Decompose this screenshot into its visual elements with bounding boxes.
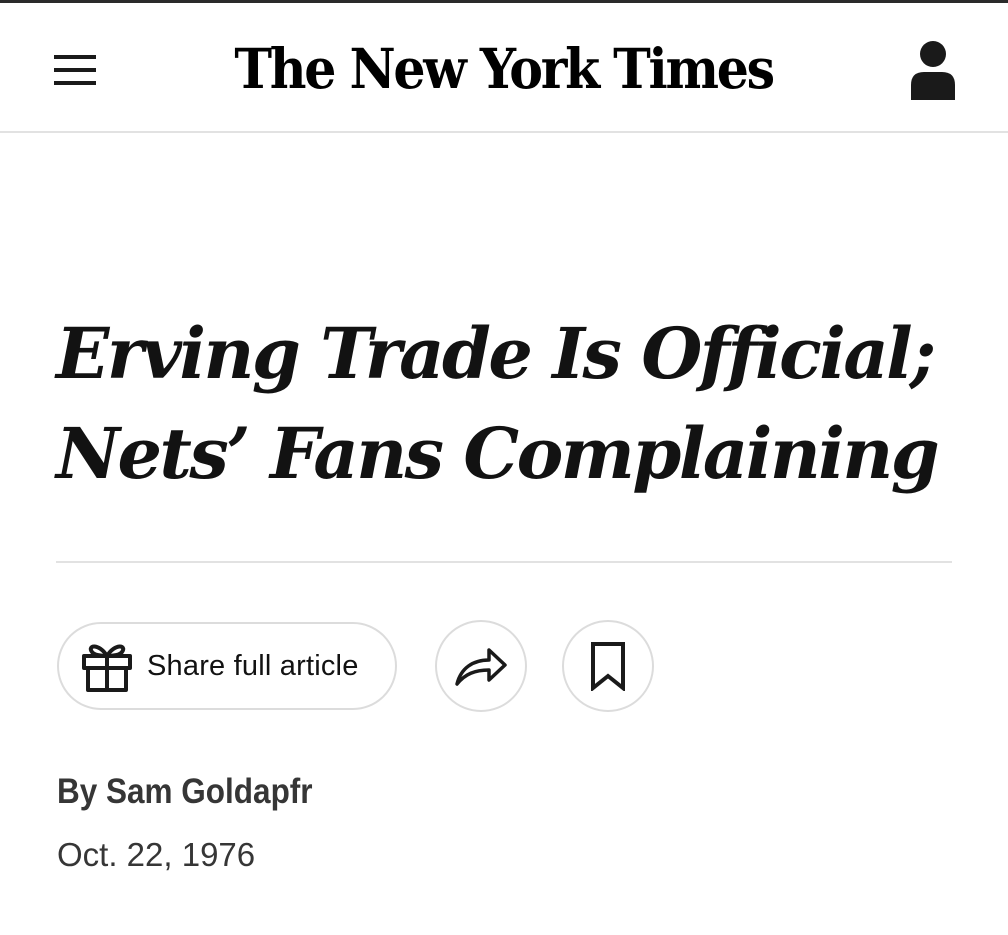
article-byline: By Sam Goldapfr xyxy=(57,772,313,811)
headline-line-2: Nets’ Fans Complaining xyxy=(56,412,940,495)
headline-divider xyxy=(56,561,952,563)
gift-icon xyxy=(82,644,132,692)
article-headline: Erving Trade Is Official; Nets’ Fans Com… xyxy=(56,304,956,504)
headline-line-1: Erving Trade Is Official; xyxy=(56,312,936,395)
account-button[interactable] xyxy=(908,39,958,101)
share-arrow-icon xyxy=(455,648,507,686)
logo-text: The New York Times xyxy=(234,35,776,101)
save-button[interactable] xyxy=(562,620,654,712)
share-full-article-label: Share full article xyxy=(147,649,359,682)
share-button[interactable] xyxy=(435,620,527,712)
article-date: Oct. 22, 1976 xyxy=(57,836,256,873)
menu-button[interactable] xyxy=(54,55,96,85)
bookmark-icon xyxy=(591,642,625,691)
nyt-logo[interactable]: The New York Times xyxy=(234,28,776,108)
user-account-icon xyxy=(911,41,955,100)
share-full-article-button[interactable]: Share full article xyxy=(57,622,397,710)
masthead: The New York Times xyxy=(0,3,1008,133)
